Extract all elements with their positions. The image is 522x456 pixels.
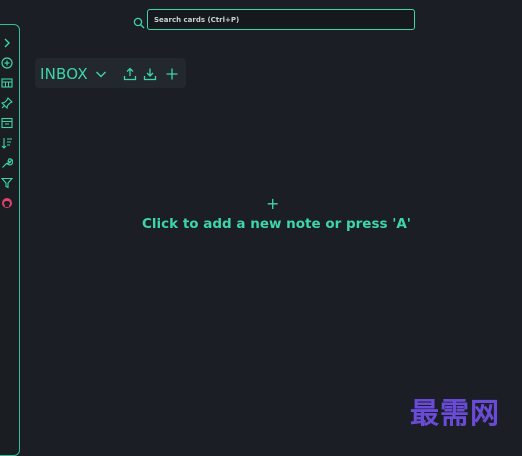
archive-icon[interactable] — [1, 117, 13, 129]
download-icon[interactable] — [143, 66, 157, 81]
sort-icon[interactable] — [1, 137, 13, 149]
column-header: INBOX — [35, 58, 186, 88]
column-title[interactable]: INBOX — [40, 65, 88, 83]
watermark: 最需网 — [410, 396, 501, 430]
sidebar — [0, 24, 20, 456]
empty-state-message[interactable]: Click to add a new note or press 'A' — [142, 216, 411, 232]
wrench-icon[interactable] — [1, 157, 13, 169]
pin-icon[interactable] — [1, 97, 13, 109]
chevron-right-icon[interactable] — [1, 37, 13, 49]
add-circle-icon[interactable] — [1, 57, 13, 69]
filter-icon[interactable] — [1, 177, 13, 189]
add-card-icon[interactable] — [165, 66, 179, 80]
board-icon[interactable] — [1, 77, 13, 89]
add-note-plus[interactable]: + — [266, 196, 279, 212]
search-icon — [133, 14, 145, 29]
upload-icon[interactable] — [123, 66, 137, 81]
github-icon[interactable] — [1, 197, 13, 209]
chevron-down-icon[interactable] — [94, 66, 108, 80]
search-input[interactable] — [147, 9, 415, 30]
